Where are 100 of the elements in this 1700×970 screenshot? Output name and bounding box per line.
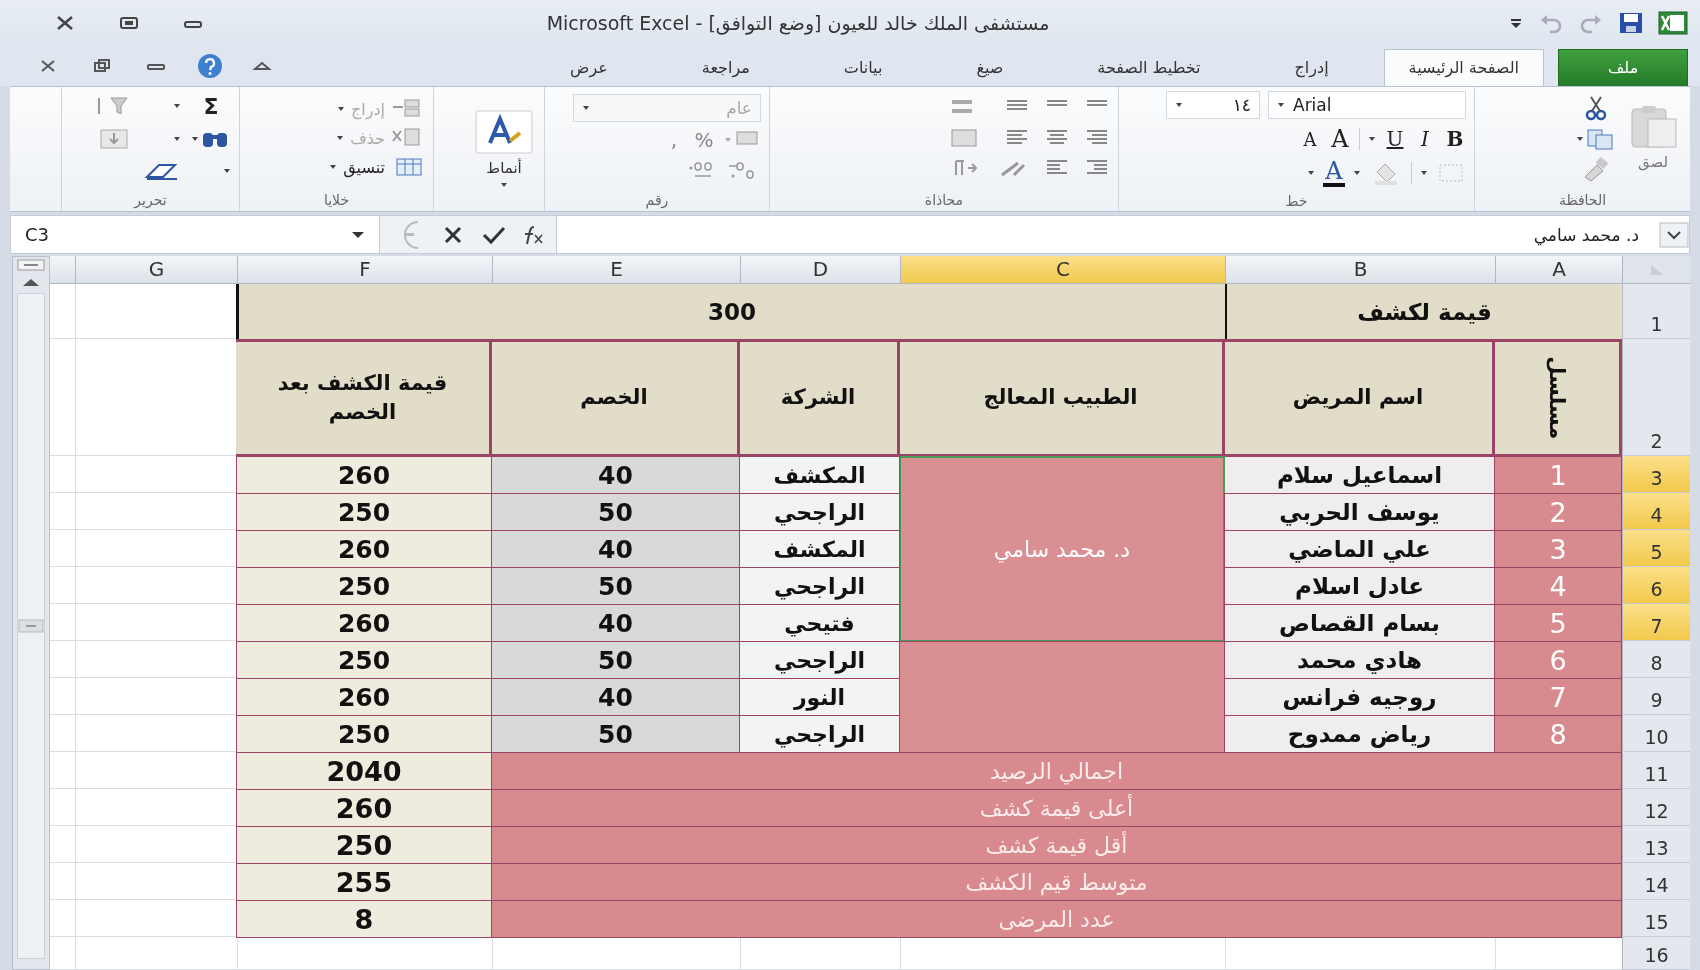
format-button[interactable]: تنسيق	[329, 155, 425, 179]
split-box-icon[interactable]	[16, 259, 46, 271]
row-header[interactable]: 16	[1622, 937, 1690, 970]
paste-button[interactable]: لصق	[1624, 103, 1682, 173]
ribbon-tab[interactable]: مراجعة	[676, 49, 775, 86]
shrink-font-button[interactable]: A	[1299, 128, 1321, 150]
empty-cell[interactable]	[900, 937, 1225, 970]
empty-cell[interactable]	[237, 937, 492, 970]
table-title-cell: قيمة لكشف	[1224, 284, 1622, 340]
table-cell: علي الماضي	[1224, 530, 1495, 568]
caret-icon[interactable]	[1277, 101, 1285, 109]
expand-formula-bar-icon[interactable]	[1659, 221, 1689, 248]
row-header[interactable]: 13	[1622, 826, 1690, 863]
fill-down-icon[interactable]	[97, 126, 131, 151]
caret-icon[interactable]	[173, 102, 181, 110]
table-cell: 8	[1494, 715, 1622, 753]
underline-button[interactable]: U	[1384, 127, 1406, 151]
row-header[interactable]: 3	[1622, 456, 1690, 493]
caret-icon[interactable]	[1307, 169, 1315, 177]
ribbon-tab[interactable]: الصفحة الرئيسية	[1383, 49, 1544, 86]
ribbon-tab[interactable]: تخطيط الصفحة	[1072, 49, 1226, 86]
styles-icon	[474, 109, 534, 155]
bold-button[interactable]: B	[1444, 127, 1466, 151]
table-cell: النور	[739, 678, 900, 716]
column-header[interactable]: D	[740, 256, 900, 284]
table-cell: المكشف	[739, 456, 900, 494]
copy-icon[interactable]	[1576, 127, 1616, 151]
empty-cell[interactable]	[492, 937, 740, 970]
row-header[interactable]: 9	[1622, 678, 1690, 715]
border-icon[interactable]	[1436, 161, 1466, 185]
file-tab[interactable]: ملف	[1558, 49, 1688, 86]
vertical-scrollbar[interactable]	[12, 256, 50, 970]
spreadsheet-logo-icon[interactable]	[1658, 11, 1688, 35]
column-header[interactable]: F	[237, 256, 492, 284]
ribbon-tab[interactable]: صيغ	[951, 49, 1029, 86]
column-header[interactable]: E	[492, 256, 740, 284]
column-heading-cell: قيمة الكشف بعد الخصم	[236, 339, 492, 457]
italic-button[interactable]: I	[1414, 127, 1436, 151]
row-header[interactable]: 6	[1622, 567, 1690, 604]
name-box[interactable]: C3	[11, 224, 379, 245]
column-header[interactable]: A	[1495, 256, 1622, 284]
table-cell: 255	[236, 863, 492, 901]
row-header[interactable]: 8	[1622, 641, 1690, 678]
summary-label-cell: عدد المرضى	[491, 900, 1622, 938]
font-name-field[interactable]: Arial	[1268, 91, 1466, 119]
summary-label-cell: اجمالي الرصيد	[491, 752, 1622, 790]
autosum-button[interactable]: Σ	[191, 93, 231, 119]
scissors-icon[interactable]	[1583, 95, 1609, 121]
save-icon[interactable]	[1618, 11, 1644, 35]
caret-icon[interactable]	[173, 134, 181, 143]
empty-cell[interactable]	[740, 937, 900, 970]
summary-label-cell: أعلى قيمة كشف	[491, 789, 1622, 827]
grow-font-button[interactable]: A	[1329, 125, 1351, 153]
row-header[interactable]: 12	[1622, 789, 1690, 826]
group-label: رقم	[645, 192, 669, 208]
row-header[interactable]: 1	[1622, 284, 1690, 339]
row-header[interactable]: 10	[1622, 715, 1690, 752]
help-icon[interactable]	[196, 52, 224, 80]
caret-icon[interactable]	[223, 166, 231, 175]
caret-icon[interactable]	[1353, 169, 1361, 177]
table-cell: 260	[236, 789, 492, 827]
ribbon-tab[interactable]: إدراج	[1269, 49, 1354, 86]
table-cell: اسماعيل سلام	[1224, 456, 1495, 494]
table-cell: المكشف	[739, 530, 900, 568]
ribbon-tab[interactable]: بيانات	[818, 49, 908, 86]
row-header[interactable]: 5	[1622, 530, 1690, 567]
table-cell: فتيحي	[739, 604, 900, 642]
row-header[interactable]: 2	[1622, 339, 1690, 456]
group-label: خط	[1285, 193, 1308, 209]
caret-icon[interactable]	[1420, 169, 1428, 177]
row-header[interactable]: 11	[1622, 752, 1690, 789]
empty-cell[interactable]	[1225, 937, 1495, 970]
row-header[interactable]: 7	[1622, 604, 1690, 641]
column-header[interactable]: C	[900, 256, 1225, 284]
column-heading-cell: الشركة	[739, 339, 900, 457]
font-size-field[interactable]: ١٤	[1166, 91, 1260, 119]
caret-icon[interactable]	[582, 104, 590, 112]
column-header[interactable]	[50, 256, 75, 284]
table-cell: 3	[1494, 530, 1622, 568]
caret-icon[interactable]	[1175, 101, 1183, 109]
row-header[interactable]: 4	[1622, 493, 1690, 530]
styles-button[interactable]: أنماط	[472, 107, 536, 191]
group-label: تحرير	[134, 192, 167, 208]
row-header[interactable]: 15	[1622, 900, 1690, 937]
row-header[interactable]: 14	[1622, 863, 1690, 900]
caret-icon[interactable]	[1368, 135, 1376, 143]
column-header[interactable]: G	[75, 256, 237, 284]
table-cell: 1	[1494, 456, 1622, 494]
table-cell: روجيه فرانس	[1224, 678, 1495, 716]
scroll-thumb-icon[interactable]	[18, 619, 44, 633]
caret-icon	[329, 163, 338, 171]
font-color-button[interactable]: A	[1323, 159, 1345, 187]
formula-field[interactable]: د. محمد سامي	[557, 224, 1659, 245]
ribbon-tab[interactable]: عرض	[545, 49, 633, 86]
table-cell: 40	[491, 678, 740, 716]
empty-cell[interactable]	[75, 937, 237, 970]
table-title-cell: 300	[236, 284, 1225, 340]
table-cell: 2	[1494, 493, 1622, 531]
table-cell: 6	[1494, 641, 1622, 679]
column-header[interactable]: B	[1225, 256, 1495, 284]
